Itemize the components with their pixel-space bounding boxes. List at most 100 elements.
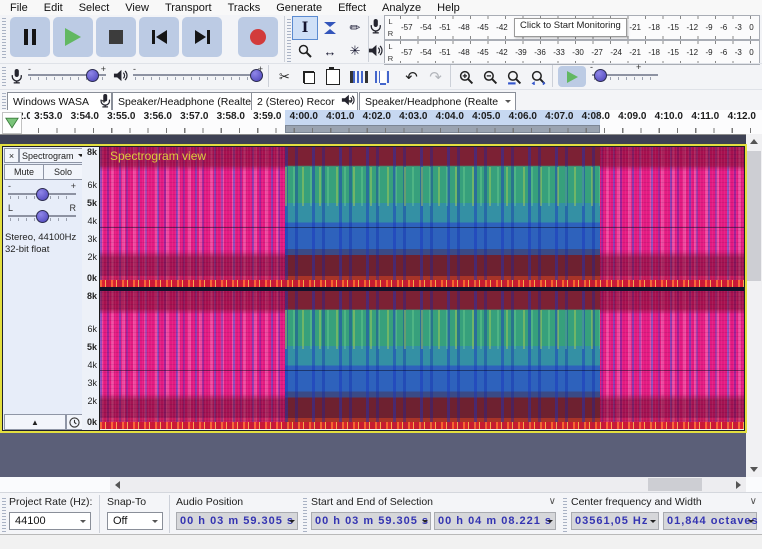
horizontal-scrollbar-row <box>0 477 762 492</box>
scroll-right-button[interactable] <box>731 477 746 492</box>
monitoring-tooltip[interactable]: Click to Start Monitoring <box>514 18 627 37</box>
horizontal-scrollbar-thumb[interactable] <box>648 478 702 491</box>
fit-project-button[interactable] <box>527 66 550 88</box>
playback-volume-knob[interactable] <box>250 69 263 82</box>
play-at-speed-button[interactable] <box>558 66 586 87</box>
track-pan-knob[interactable] <box>36 210 49 223</box>
skip-end-icon <box>195 30 210 44</box>
playback-volume-slider[interactable]: - + <box>133 66 263 84</box>
snap-to-select[interactable]: Off <box>107 512 163 530</box>
play-speed-slider[interactable]: - + <box>592 66 658 84</box>
device-toolbar-grip[interactable] <box>2 92 6 109</box>
menu-item[interactable]: Select <box>71 2 118 14</box>
mixer-toolbar-grip[interactable] <box>2 66 6 86</box>
vertical-scrollbar[interactable] <box>746 134 762 477</box>
play-button[interactable] <box>53 17 93 57</box>
multi-tool-icon: ✳ <box>350 43 361 59</box>
silence-audio-button[interactable] <box>371 66 394 88</box>
tools-toolbar-grip[interactable] <box>287 17 291 62</box>
pause-button[interactable] <box>10 17 50 57</box>
horizontal-scrollbar[interactable] <box>110 477 746 492</box>
meter-ticks <box>400 41 755 44</box>
menu-item[interactable]: Analyze <box>374 2 429 14</box>
track-name-menu[interactable]: Spectrogram <box>19 148 87 163</box>
playback-meter-speaker-icon[interactable] <box>368 43 384 59</box>
paste-button[interactable] <box>321 66 344 88</box>
timeshift-icon: ↔ <box>324 44 337 59</box>
vertical-scrollbar-thumb[interactable] <box>747 151 761 281</box>
fit-selection-button[interactable] <box>503 66 526 88</box>
menu-item[interactable]: File <box>2 2 36 14</box>
zoom-in-button[interactable] <box>455 66 478 88</box>
multi-tool-button[interactable]: ✳ <box>342 39 368 63</box>
track-pan-slider[interactable]: L R <box>8 204 76 224</box>
recording-volume-slider[interactable]: - + <box>28 66 106 84</box>
spectral-section-grip[interactable] <box>563 496 567 532</box>
audio-host-select[interactable]: Windows WASA <box>7 92 112 112</box>
trim-audio-button[interactable] <box>347 66 370 88</box>
arrow-down-icon <box>750 467 758 472</box>
spectrogram-view-label: Spectrogram view <box>110 149 206 163</box>
pinned-play-head-button[interactable] <box>2 112 22 134</box>
envelope-tool-button[interactable] <box>317 16 343 40</box>
audio-position-field[interactable]: 00 h 03 m 59.305 s <box>176 512 298 530</box>
cut-button[interactable]: ✂ <box>273 66 296 88</box>
slider-minus-label: - <box>28 64 31 74</box>
track-gain-slider[interactable]: - + <box>8 182 76 202</box>
slider-minus-label: - <box>590 62 593 72</box>
frequency-ruler-left[interactable]: 8k6k5k4k3k2k0k <box>82 147 99 287</box>
bandwidth-field[interactable]: 01,844 octaves <box>663 512 757 530</box>
playback-meter[interactable]: LR -57-54-51-48-45-42-39-36-33-30-27-24-… <box>384 40 760 65</box>
solo-button[interactable]: Solo <box>43 164 83 180</box>
chevron-down-icon: ∨ <box>549 496 556 508</box>
skip-to-end-button[interactable] <box>182 17 222 57</box>
spectral-selection-header[interactable]: Center frequency and Width ∨ <box>571 496 757 508</box>
recording-device-select[interactable]: Speaker/Headphone (Realte <box>112 92 269 112</box>
stop-button[interactable] <box>96 17 136 57</box>
mute-button[interactable]: Mute <box>4 164 44 180</box>
undo-button[interactable]: ↶ <box>400 66 423 88</box>
menu-item[interactable]: Generate <box>268 2 330 14</box>
menu-item[interactable]: Tracks <box>220 2 269 14</box>
track-close-button[interactable]: × <box>4 148 19 163</box>
scroll-up-button[interactable] <box>746 134 761 149</box>
zoom-out-button[interactable] <box>479 66 502 88</box>
timeline-ruler[interactable]: 2.03:53.03:54.03:55.03:56.03:57.03:58.03… <box>0 110 762 135</box>
menu-item[interactable]: View <box>117 2 157 14</box>
selection-toolbar-grip[interactable] <box>2 496 6 532</box>
center-frequency-field[interactable]: 03561,05 Hz <box>571 512 659 530</box>
transport-toolbar-grip[interactable] <box>2 18 6 58</box>
track-sync-lock-button[interactable] <box>66 414 83 430</box>
selection-range-header[interactable]: Start and End of Selection ∨ <box>311 496 556 508</box>
record-button[interactable] <box>238 17 278 57</box>
zoom-tool-button[interactable] <box>292 39 318 63</box>
playback-device-select[interactable]: Speaker/Headphone (Realte <box>359 92 516 112</box>
record-meter-mic-icon[interactable] <box>368 18 384 34</box>
selection-end-field[interactable]: 00 h 04 m 08.221 s <box>434 512 556 530</box>
selection-section-grip[interactable] <box>303 496 307 532</box>
recording-volume-knob[interactable] <box>86 69 99 82</box>
play-speed-knob[interactable] <box>594 69 607 82</box>
skip-to-start-button[interactable] <box>139 17 179 57</box>
spectrogram-channel-right[interactable] <box>100 291 745 429</box>
track-collapse-button[interactable]: ▲ <box>4 414 66 430</box>
menu-item[interactable]: Transport <box>157 2 220 14</box>
draw-tool-button[interactable]: ✏ <box>342 16 368 40</box>
menu-item[interactable]: Effect <box>330 2 374 14</box>
playback-device-speaker-icon <box>341 93 357 109</box>
spectrogram-channel-left[interactable]: Spectrogram view <box>100 147 745 287</box>
track-gain-knob[interactable] <box>36 188 49 201</box>
scroll-down-button[interactable] <box>746 462 761 477</box>
redo-button[interactable]: ↷ <box>424 66 447 88</box>
selection-tool-button[interactable]: I <box>292 16 318 40</box>
timeline-labels: 2.03:53.03:54.03:55.03:56.03:57.03:58.03… <box>18 111 760 122</box>
menu-item[interactable]: Edit <box>36 2 71 14</box>
time-shift-tool-button[interactable]: ↔ <box>317 39 343 63</box>
copy-button[interactable] <box>297 66 320 88</box>
project-rate-select[interactable]: 44100 <box>9 512 91 530</box>
frequency-ruler-right[interactable]: 8k6k5k4k3k2k0k <box>82 291 99 429</box>
recording-meter[interactable]: LR -57-54-51-48-45-42-39-36-33-30-27-24-… <box>384 15 760 40</box>
selection-start-field[interactable]: 00 h 03 m 59.305 s <box>311 512 431 530</box>
menu-item[interactable]: Help <box>429 2 468 14</box>
scroll-left-button[interactable] <box>110 477 125 492</box>
